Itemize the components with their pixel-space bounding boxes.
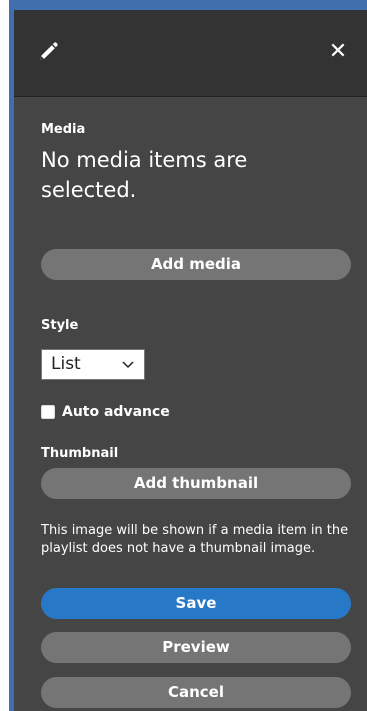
thumbnail-label: Thumbnail <box>41 446 119 461</box>
media-label: Media <box>41 122 86 137</box>
playlist-editor-panel: ✕ Media No media items are selected. Add… <box>14 10 367 711</box>
pencil-icon <box>36 40 60 64</box>
style-selected-value: List <box>51 354 81 374</box>
cancel-button[interactable]: Cancel <box>41 677 351 708</box>
add-media-button[interactable]: Add media <box>41 249 351 280</box>
preview-button[interactable]: Preview <box>41 632 351 663</box>
save-button[interactable]: Save <box>41 588 351 619</box>
style-label: Style <box>41 318 79 333</box>
frame-top-accent <box>9 0 367 10</box>
empty-media-message: No media items are selected. <box>41 148 248 202</box>
auto-advance-label: Auto advance <box>62 404 170 420</box>
auto-advance-checkbox[interactable] <box>41 405 55 419</box>
chevron-down-icon <box>121 360 135 370</box>
editor-frame: ✕ Media No media items are selected. Add… <box>0 0 367 711</box>
thumbnail-help-text: This image will be shown if a media item… <box>41 523 349 556</box>
panel-header: ✕ <box>14 10 367 97</box>
close-icon[interactable]: ✕ <box>326 40 350 64</box>
auto-advance-option[interactable]: Auto advance <box>41 404 170 420</box>
style-select[interactable]: List <box>41 349 145 380</box>
add-thumbnail-button[interactable]: Add thumbnail <box>41 468 351 499</box>
